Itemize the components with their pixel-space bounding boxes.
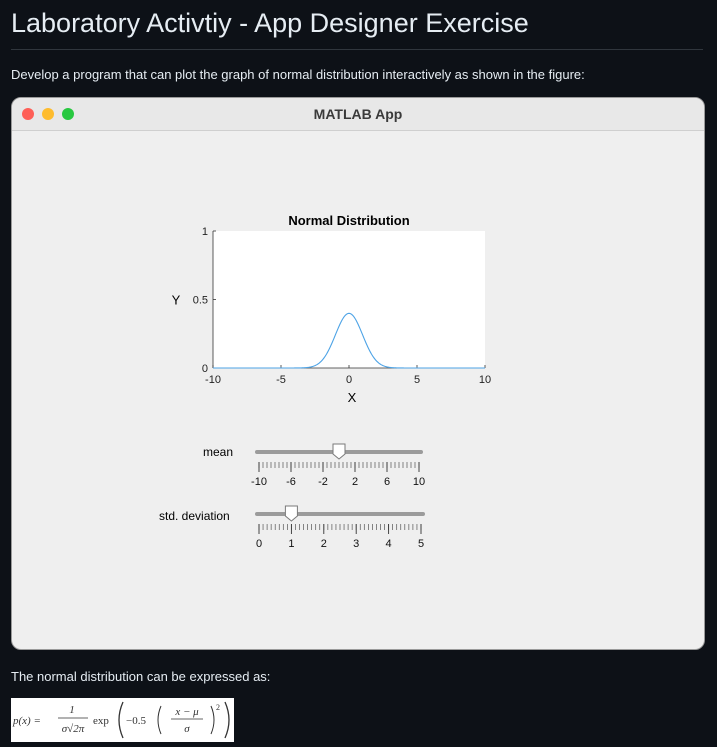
formula-numerator: 1 [69, 704, 75, 716]
formula-exp: exp [93, 715, 109, 727]
mean-slider-label: mean [203, 445, 234, 459]
formula-coef: −0.5 [126, 715, 146, 727]
plot-area [213, 231, 485, 368]
formula-exponent: 2 [216, 703, 220, 712]
page-title: Laboratory Activtiy - App Designer Exerc… [11, 8, 529, 38]
formula-inner-denominator: σ [184, 723, 190, 735]
std-slider-thumb[interactable] [284, 505, 298, 522]
slider-tick-label: 6 [384, 476, 390, 488]
normal-distribution-formula: p(x) = 1 σ√2π exp −0.5 x − μ σ 2 [11, 698, 234, 742]
x-tick-label: -5 [276, 374, 286, 386]
formula-intro-text: The normal distribution can be expressed… [11, 669, 271, 684]
formula-inner-paren-right [210, 705, 215, 735]
slider-tick-label: -2 [318, 476, 328, 488]
x-tick-label: -10 [205, 374, 221, 386]
slider-tick-label: 2 [321, 538, 327, 550]
std-deviation-slider[interactable]: 0 1 2 3 4 5 [255, 505, 425, 550]
y-tick-label: 1 [202, 226, 208, 238]
formula-denominator: σ√2π [62, 723, 85, 735]
slider-tick-label: 0 [256, 538, 262, 550]
formula-lhs: p(x) = [12, 715, 41, 727]
slider-tick-label: -6 [286, 476, 296, 488]
chart-title: Normal Distribution [288, 213, 409, 228]
formula-inner-numerator: x − μ [174, 706, 199, 718]
formula-inner-paren-left [157, 705, 162, 735]
y-axis-label: Y [172, 293, 181, 308]
slider-tick-label: 5 [418, 538, 424, 550]
y-tick-label: 0 [202, 363, 208, 375]
matlab-app-window: MATLAB App Normal Distribution -10 -5 0 5 10 0… [11, 97, 705, 650]
slider-tick-label: 1 [288, 538, 294, 550]
mean-slider-thumb[interactable] [332, 443, 346, 460]
intro-text: Develop a program that can plot the grap… [11, 67, 585, 82]
normal-distribution-chart: Normal Distribution -10 -5 0 5 10 0 0.5 1 X Y [172, 213, 491, 405]
formula-paren-right [224, 701, 230, 739]
slider-tick-label: 10 [413, 476, 425, 488]
slider-tick-label: 2 [352, 476, 358, 488]
x-tick-label: 0 [346, 374, 352, 386]
app-canvas: Normal Distribution-10 -5 0 5 1000.51XY -10-… [172, 213, 491, 550]
x-tick-label: 5 [414, 374, 420, 386]
slider-tick-label: 3 [353, 538, 359, 550]
mean-slider[interactable]: -10 -6 -2 2 6 10 [251, 443, 425, 488]
slider-tick-label: -10 [251, 476, 267, 488]
y-tick-label: 0.5 [193, 295, 208, 307]
x-axis-label: X [348, 390, 357, 405]
slider-track[interactable] [255, 512, 425, 516]
std-slider-label: std. deviation [159, 509, 230, 523]
slider-tick-label: 4 [386, 538, 392, 550]
x-tick-label: 10 [479, 374, 491, 386]
formula-paren-left [118, 701, 124, 739]
title-divider [11, 49, 703, 50]
